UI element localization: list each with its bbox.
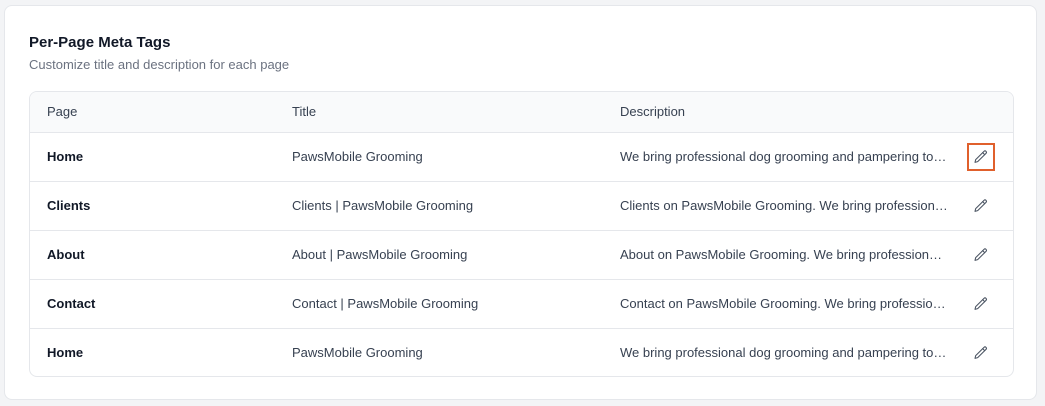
- row-page: Home: [47, 345, 84, 361]
- row-title: PawsMobile Grooming: [292, 345, 423, 361]
- table-row: Clients Clients | PawsMobile Grooming Cl…: [30, 181, 1013, 231]
- row-actions: [949, 279, 1013, 329]
- row-description: We bring professional dog grooming and p…: [603, 132, 949, 182]
- row-title: PawsMobile Grooming: [275, 132, 603, 182]
- row-description: Contact on PawsMobile Grooming. We bring…: [603, 279, 949, 329]
- column-header-page: Page: [30, 92, 275, 133]
- row-title: About | PawsMobile Grooming: [275, 230, 603, 280]
- meta-tags-table: Page Title Description Home PawsMobile G…: [29, 91, 1014, 377]
- row-title: Contact | PawsMobile Grooming: [275, 279, 603, 329]
- edit-button[interactable]: [967, 339, 995, 367]
- row-title: Clients | PawsMobile Grooming: [275, 181, 603, 231]
- table-header-row: Page Title Description: [30, 92, 1013, 133]
- pencil-icon: [974, 247, 987, 261]
- column-header-actions: [949, 92, 1013, 133]
- row-description: About on PawsMobile Grooming. We bring p…: [603, 230, 949, 280]
- row-page: Clients: [30, 181, 275, 231]
- row-page: About: [30, 230, 275, 280]
- table-row: Contact Contact | PawsMobile Grooming Co…: [30, 279, 1013, 329]
- pencil-icon: [974, 198, 987, 212]
- pencil-icon: [974, 296, 987, 310]
- column-header-title: Title: [275, 92, 603, 133]
- pencil-icon: [974, 149, 987, 163]
- row-actions: [949, 132, 1013, 182]
- row-actions: [949, 181, 1013, 231]
- table-row: Home PawsMobile Grooming We bring profes…: [30, 132, 1013, 182]
- edit-button[interactable]: [967, 192, 995, 220]
- row-actions: [949, 328, 1013, 376]
- meta-tags-card: Per-Page Meta Tags Customize title and d…: [4, 5, 1037, 400]
- edit-button[interactable]: [967, 142, 995, 171]
- edit-button[interactable]: [967, 290, 995, 318]
- section-subtitle: Customize title and description for each…: [29, 57, 290, 72]
- table-row: About About | PawsMobile Grooming About …: [30, 230, 1013, 280]
- row-page: Contact: [30, 279, 275, 329]
- row-description: Clients on PawsMobile Grooming. We bring…: [603, 181, 949, 231]
- section-title: Per-Page Meta Tags: [29, 34, 171, 51]
- row-actions: [949, 230, 1013, 280]
- pencil-icon: [974, 346, 987, 359]
- table-row: Home PawsMobile Grooming We bring profes…: [30, 328, 1013, 376]
- row-page: Home: [30, 132, 275, 182]
- column-header-description: Description: [603, 92, 949, 133]
- edit-button[interactable]: [967, 241, 995, 269]
- row-description: We bring professional dog grooming and p…: [620, 345, 949, 361]
